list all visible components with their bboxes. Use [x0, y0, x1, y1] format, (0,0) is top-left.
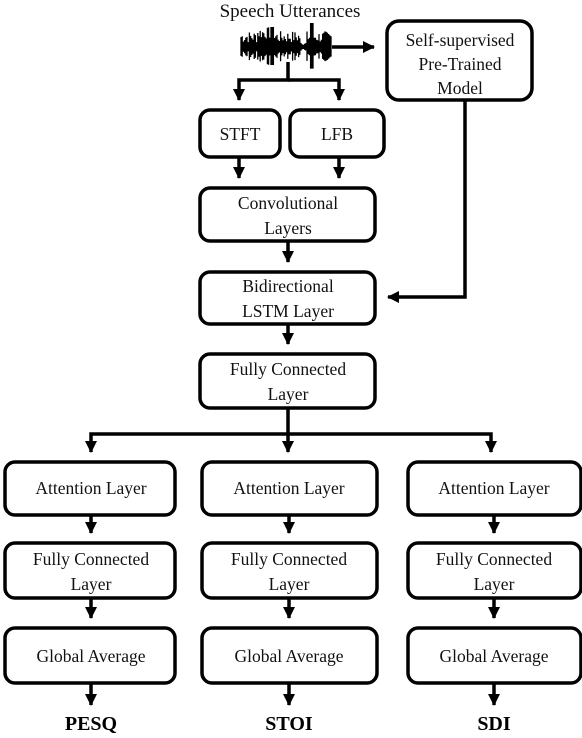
- fc-label-line1: Fully Connected: [33, 549, 149, 569]
- svg-text:Layer: Layer: [268, 384, 309, 404]
- output-label: PESQ: [65, 713, 117, 735]
- fc-label-line1: Fully Connected: [436, 549, 552, 569]
- svg-text:Self-supervised: Self-supervised: [406, 30, 515, 50]
- node-stft: STFT: [198, 108, 282, 159]
- fc-label-line1: Fully Connected: [231, 549, 347, 569]
- fc-label-line2: Layer: [71, 574, 112, 594]
- arrow-ssl-to-blstm: [387, 98, 467, 303]
- branch-pesq: Attention Layer Fully Connected Layer Globa…: [3, 460, 177, 735]
- svg-text:Convolutional: Convolutional: [238, 193, 338, 213]
- fc-label-line2: Layer: [474, 574, 515, 594]
- svg-text:Pre-Trained: Pre-Trained: [419, 54, 502, 74]
- output-branches: Attention Layer Fully Connected Layer Globa…: [3, 460, 582, 735]
- node-lfb: LFB: [288, 108, 386, 159]
- node-blstm: Bidirectional LSTM Layer: [198, 270, 377, 326]
- svg-text:Fully Connected: Fully Connected: [230, 359, 346, 379]
- svg-text:Bidirectional: Bidirectional: [242, 276, 334, 296]
- attention-label: Attention Layer: [233, 478, 344, 498]
- waveform-icon: [240, 23, 332, 69]
- pool-label: Global Average: [36, 646, 145, 666]
- attention-label: Attention Layer: [35, 478, 146, 498]
- svg-text:STFT: STFT: [220, 124, 261, 144]
- input-label: Speech Utterances: [220, 1, 361, 22]
- arrow-fc-to-attention-1: [85, 408, 290, 453]
- arrow-input-to-stft: [233, 62, 290, 101]
- pool-label: Global Average: [439, 646, 548, 666]
- svg-text:Layers: Layers: [264, 218, 312, 238]
- svg-text:Model: Model: [437, 78, 483, 98]
- output-label: STOI: [265, 713, 313, 735]
- arrow-input-to-lfb: [288, 78, 345, 101]
- node-fc-shared: Fully Connected Layer: [198, 352, 377, 410]
- branch-stoi: Attention Layer Fully Connected Layer Globa…: [200, 460, 379, 735]
- model-architecture-diagram: Speech Utterances Self-supervised Pre-Tr…: [3, 1, 582, 735]
- arrow-fc-to-attention-3: [288, 432, 497, 453]
- attention-label: Attention Layer: [438, 478, 549, 498]
- node-conv-layers: Convolutional Layers: [198, 186, 377, 243]
- node-ssl-model: Self-supervised Pre-Trained Model: [385, 19, 534, 102]
- svg-text:LSTM Layer: LSTM Layer: [242, 301, 334, 321]
- output-label: SDI: [477, 713, 511, 735]
- fc-label-line2: Layer: [269, 574, 310, 594]
- svg-text:LFB: LFB: [321, 124, 353, 144]
- pool-label: Global Average: [234, 646, 343, 666]
- branch-sdi: Attention Layer Fully Connected Layer Globa…: [406, 460, 582, 735]
